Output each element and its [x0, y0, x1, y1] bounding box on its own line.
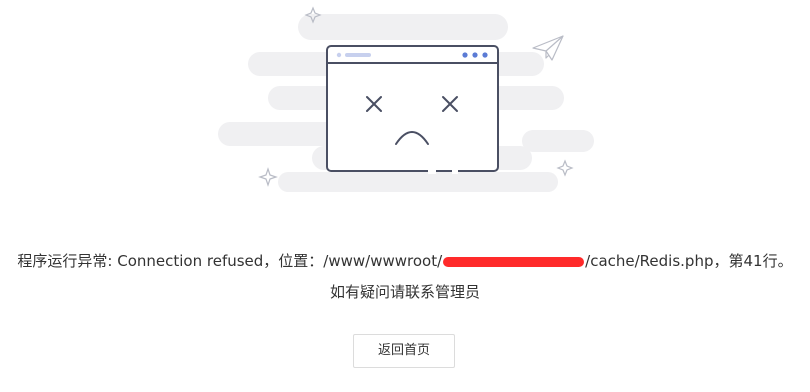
error-message-suffix: /cache/Redis.php，第41行。 [585, 252, 793, 270]
contact-message: 如有疑问请联系管理员 [329, 283, 480, 301]
error-illustration [218, 6, 594, 192]
sparkle-icon [258, 167, 278, 187]
broken-browser-icon [326, 45, 499, 174]
sparkle-icon [556, 159, 574, 177]
error-message: 程序运行异常: Connection refused，位置：/www/wwwro… [0, 249, 810, 273]
error-message-prefix: 程序运行异常: Connection refused，位置：/www/wwwro… [17, 252, 443, 270]
back-home-button[interactable]: 返回首页 [353, 334, 455, 368]
redacted-path [443, 256, 585, 267]
